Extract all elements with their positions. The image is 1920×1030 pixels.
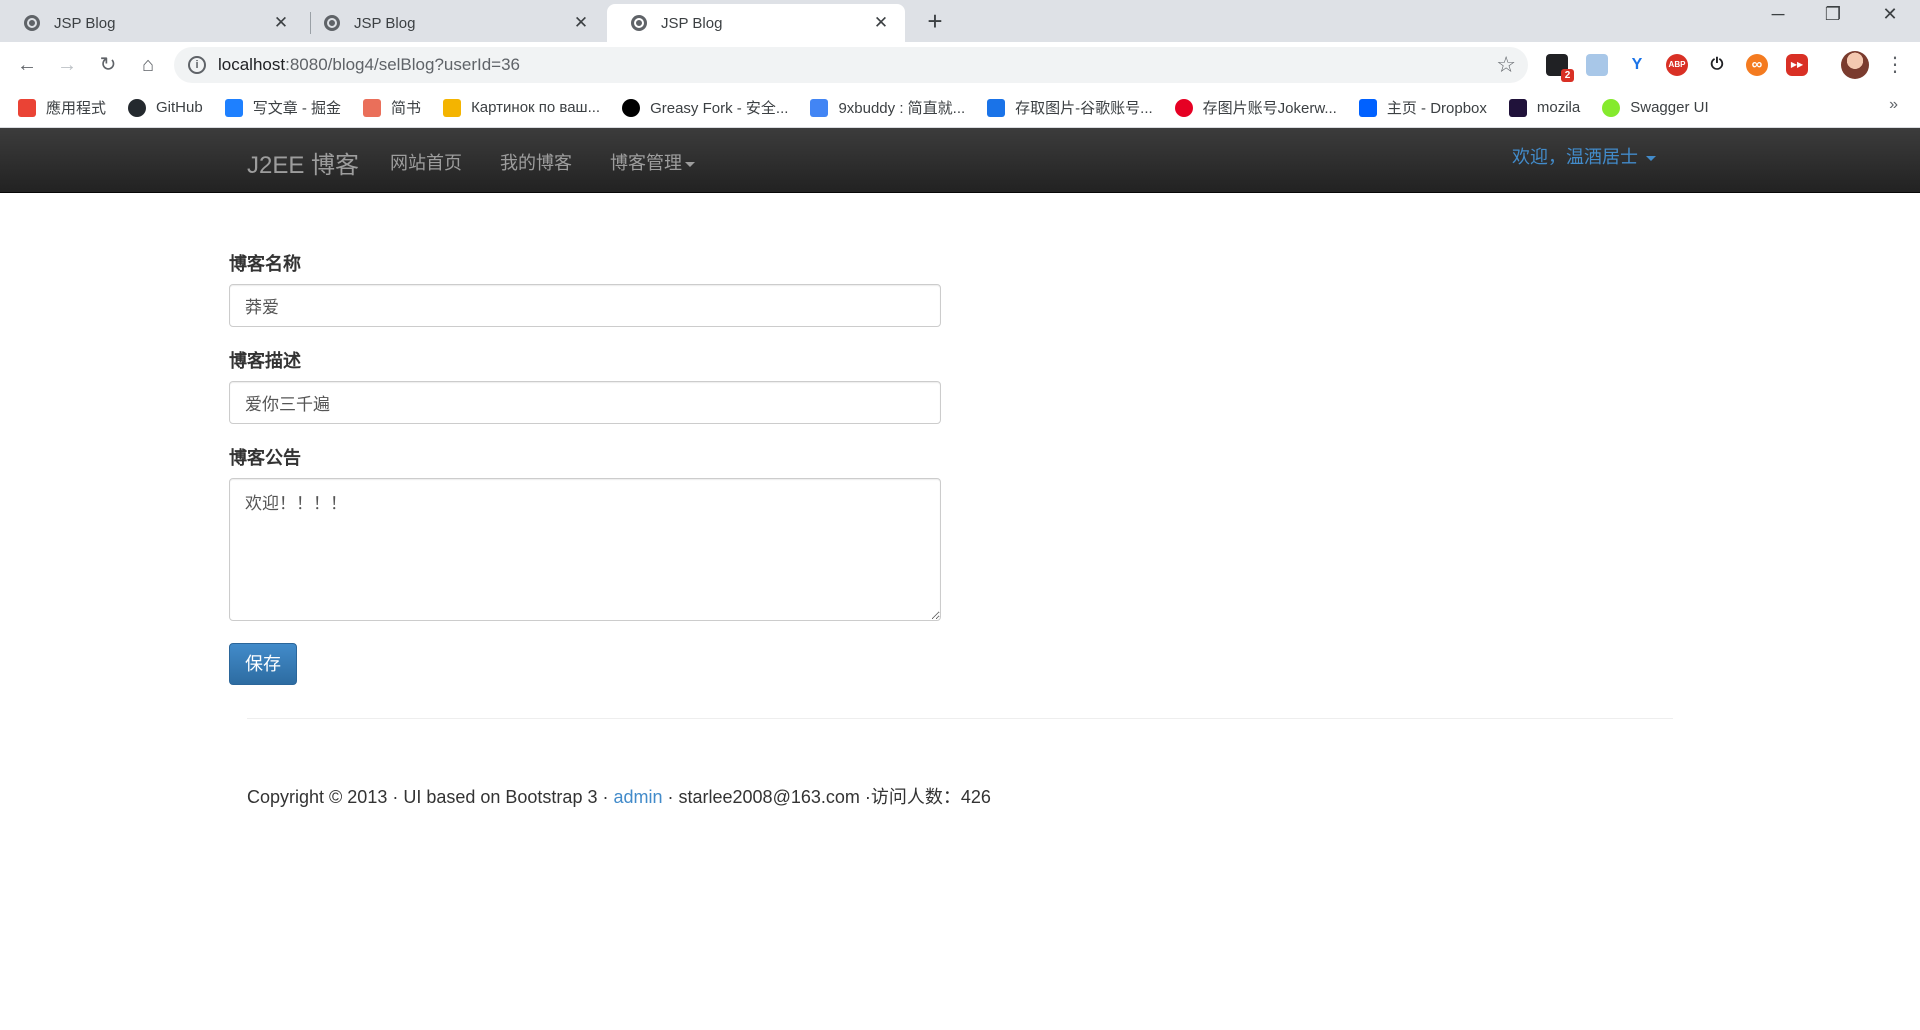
bookmark-label: GitHub [156,99,203,116]
vpn-extension-icon[interactable]: Y [1626,54,1648,76]
home-button[interactable]: ⌂ [134,51,162,79]
browser-tabstrip: JSP Blog ✕ JSP Blog ✕ JSP Blog ✕ + ─ ❐ ✕ [0,0,1920,42]
bookmark-item[interactable]: Swagger UI [1602,98,1709,117]
bookmarks-overflow-button[interactable]: » [1889,96,1898,114]
bookmark-item[interactable]: mozila [1508,98,1581,117]
profile-avatar[interactable] [1841,51,1869,79]
address-url[interactable]: localhost:8080/blog4/selBlog?userId=36 [218,55,1496,75]
browser-tab-active[interactable]: JSP Blog ✕ [607,4,905,42]
notification-badge: 2 [1561,69,1574,82]
bookmarks-bar: 應用程式 GitHub 写文章 - 掘金 简书 Картинок по ваш... Gr… [0,88,1920,128]
back-button[interactable]: ← [13,51,41,79]
browser-menu-icon[interactable]: ⋮ [1885,52,1905,77]
address-path: :8080/blog4/selBlog?userId=36 [285,55,520,74]
restore-button[interactable]: ❐ [1813,4,1853,25]
address-host: localhost [218,55,286,74]
bookmark-label: 主页 - Dropbox [1386,100,1487,117]
address-bar[interactable]: i localhost:8080/blog4/selBlog?userId=36… [174,47,1528,83]
close-icon[interactable]: ✕ [271,13,291,33]
swagger-icon [1602,98,1621,117]
bookmark-label: Swagger UI [1630,99,1709,116]
site-brand[interactable]: J2EE 博客 [247,145,359,180]
pinterest-icon [1174,98,1193,117]
browser-tab[interactable]: JSP Blog ✕ [0,4,305,42]
bookmark-item[interactable]: 简书 [363,97,421,118]
blog-description-input[interactable] [229,381,941,424]
blog-name-label: 博客名称 [229,254,301,274]
bookmark-item[interactable]: 應用程式 [18,97,106,118]
bookmark-star-icon[interactable]: ☆ [1496,52,1516,78]
bookmark-label: 存取图片-谷歌账号... [1015,100,1153,117]
bookmark-label: 存图片账号Jokerw... [1202,100,1337,117]
dropbox-icon [1358,98,1377,117]
minimize-button[interactable]: ─ [1758,4,1798,25]
imgbb-icon [987,98,1006,117]
browser-toolbar: ← → ↻ ⌂ i localhost:8080/blog4/selBlog?u… [0,42,1920,88]
bookmark-label: 9xbuddy : 简直就... [838,100,966,117]
info-icon[interactable]: i [188,56,206,74]
image-extension-icon[interactable] [1586,54,1608,76]
blog-description-label: 博客描述 [229,351,301,371]
bookmark-item[interactable]: 主页 - Dropbox [1358,97,1487,118]
bookmark-label: 简书 [391,100,422,117]
bookmark-label: 写文章 - 掘金 [252,100,342,117]
save-button[interactable]: 保存 [229,643,297,685]
close-icon[interactable]: ✕ [571,13,591,33]
tab-title: JSP Blog [54,14,116,32]
tab-title: JSP Blog [354,14,416,32]
bookmark-label: mozila [1536,99,1581,116]
blog-name-input[interactable] [229,284,941,327]
github-icon [128,98,147,117]
jianshu-icon [363,98,382,117]
power-icon[interactable]: ⏻ [1706,54,1728,76]
apps-grid-icon [18,98,36,117]
browser-tab[interactable]: JSP Blog ✕ [300,4,605,42]
bookmark-item[interactable]: GitHub [128,98,203,117]
adblock-icon[interactable]: ABP [1666,54,1688,76]
bookmark-label: 應用程式 [46,100,107,117]
site-navbar: J2EE 博客 网站首页 我的博客 博客管理 欢迎，温酒居士 [0,128,1920,193]
bookmark-label: Greasy Fork - 安全... [650,100,789,117]
nav-home-link[interactable]: 网站首页 [390,149,462,175]
bookmark-item[interactable]: Greasy Fork - 安全... [622,97,788,118]
bookmark-label: Картинок по ваш... [471,99,601,116]
notification-extension-icon[interactable]: 2 [1546,54,1574,82]
site-footer: Copyright © 2013 · UI based on Bootstrap… [247,783,991,809]
caret-down-icon [1646,155,1657,161]
bookmark-item[interactable]: Картинок по ваш... [443,98,601,117]
caret-down-icon [685,161,695,167]
blog-notice-label: 博客公告 [229,448,301,468]
user-greeting: 欢迎，温酒居士 [1512,147,1638,167]
footer-divider [247,718,1673,719]
mozilla-icon [1508,98,1527,117]
juejin-icon [224,98,243,117]
globe-icon [324,15,340,31]
close-icon[interactable]: ✕ [871,13,891,33]
infinity-icon[interactable]: ∞ [1746,54,1768,76]
nav-my-blog-link[interactable]: 我的博客 [500,149,572,175]
image-icon [443,98,462,117]
bookmark-item[interactable]: 9xbuddy : 简直就... [810,97,965,118]
footer-contact: · starlee2008@163.com ·访问人数：426 [662,787,991,807]
greasyfork-icon [622,98,641,117]
nav-blog-manage-label: 博客管理 [610,153,682,173]
footer-copyright: Copyright © 2013 · UI based on Bootstrap… [247,787,614,807]
video-extension-icon[interactable]: ▶▶ [1786,54,1808,76]
globe-icon [631,15,647,31]
bookmark-item[interactable]: 存取图片-谷歌账号... [987,97,1153,118]
blog-settings-form: 博客名称 博客描述 博客公告 欢迎！！！！ 保存 [229,250,941,685]
footer-admin-link[interactable]: admin [613,787,662,807]
tab-title: JSP Blog [661,14,723,32]
bookmark-item[interactable]: 写文章 - 掘金 [224,97,342,118]
reload-button[interactable]: ↻ [94,51,122,79]
new-tab-button[interactable]: + [920,6,950,37]
bookmark-item[interactable]: 存图片账号Jokerw... [1174,97,1337,118]
doc-icon [810,98,829,117]
forward-button[interactable]: → [53,51,81,79]
blog-notice-textarea[interactable]: 欢迎！！！！ [229,478,941,621]
globe-icon [24,15,40,31]
user-dropdown[interactable]: 欢迎，温酒居士 [1512,143,1657,169]
nav-blog-manage-dropdown[interactable]: 博客管理 [610,149,695,175]
window-close-button[interactable]: ✕ [1870,4,1910,25]
